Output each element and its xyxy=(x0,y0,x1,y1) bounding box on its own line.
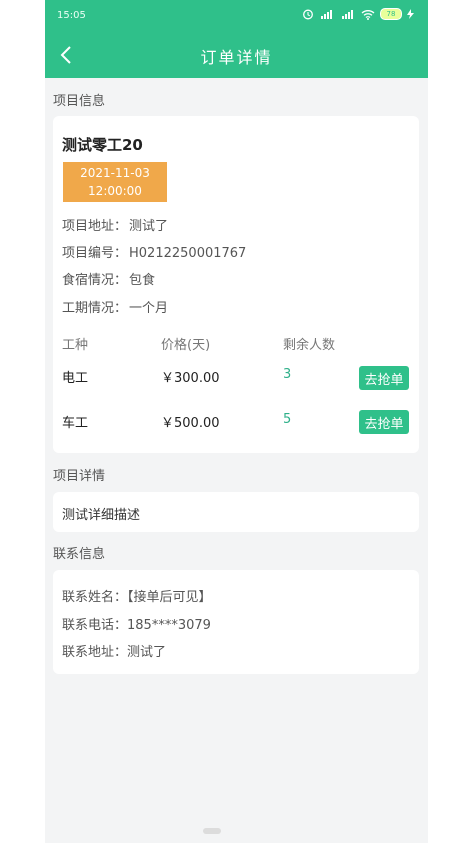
date-badge-time: 12:00:00 xyxy=(88,184,142,198)
info-row-number: 项目编号： H0212250001767 xyxy=(62,242,246,261)
info-row-lodging: 食宿情况： 包食 xyxy=(62,269,155,288)
contact-value: 185****3079 xyxy=(127,618,211,633)
grab-order-button[interactable]: 去抢单 xyxy=(359,410,409,434)
wifi-icon xyxy=(361,9,375,20)
page-title: 订单详情 xyxy=(200,48,273,67)
info-row-duration: 工期情况： 一个月 xyxy=(62,297,168,316)
section-title-project-info: 项目信息 xyxy=(53,94,106,109)
info-label: 工期情况： xyxy=(62,301,128,316)
alarm-icon xyxy=(303,9,313,20)
contact-label: 联系地址： xyxy=(62,645,128,660)
info-label: 项目编号： xyxy=(62,246,128,261)
battery-icon: 78 xyxy=(380,8,402,20)
row-type: 车工 xyxy=(62,416,89,431)
row-type: 电工 xyxy=(62,371,89,386)
app-header: 15:05 78 订单详情 xyxy=(45,0,428,78)
project-card: 测试零工20 2021-11-03 12:00:00 项目地址： 测试了 项目编号… xyxy=(53,116,419,453)
project-name: 测试零工20 xyxy=(62,136,143,154)
table-header-type: 工种 xyxy=(62,338,89,353)
grab-order-button[interactable]: 去抢单 xyxy=(359,366,409,390)
contact-label: 联系电话： xyxy=(62,618,128,633)
row-price: ￥500.00 xyxy=(161,416,220,431)
info-value: 一个月 xyxy=(129,301,169,316)
contact-value: 【接单后可见】 xyxy=(127,590,212,605)
contact-value: 测试了 xyxy=(127,645,167,660)
contact-row-address: 联系地址：测试了 xyxy=(62,641,166,660)
contact-card: 联系姓名：【接单后可见】 联系电话：185****3079 联系地址：测试了 xyxy=(53,570,419,674)
phone-screen: 15:05 78 订单详情 项目信息 测试零工20 2021-11-03 12:… xyxy=(45,0,428,843)
table-header-remaining: 剩余人数 xyxy=(283,338,336,353)
section-title-contact-info: 联系信息 xyxy=(53,547,106,562)
signal-icon xyxy=(321,10,332,19)
date-badge: 2021-11-03 12:00:00 xyxy=(63,162,167,202)
signal-icon-2 xyxy=(342,10,353,19)
row-remaining: 5 xyxy=(283,412,292,427)
contact-row-phone: 联系电话：185****3079 xyxy=(62,614,211,633)
charging-icon xyxy=(407,9,414,19)
project-description: 测试详细描述 xyxy=(62,508,141,523)
row-price: ￥300.00 xyxy=(161,371,220,386)
home-indicator[interactable] xyxy=(203,828,221,834)
status-time: 15:05 xyxy=(57,10,86,21)
detail-card: 测试详细描述 xyxy=(53,492,419,532)
info-value: 包食 xyxy=(129,273,156,288)
table-header-price: 价格(天) xyxy=(161,338,211,353)
info-value: 测试了 xyxy=(129,219,169,234)
info-value: H0212250001767 xyxy=(129,246,247,261)
info-row-address: 项目地址： 测试了 xyxy=(62,215,168,234)
contact-row-name: 联系姓名：【接单后可见】 xyxy=(62,586,212,605)
contact-label: 联系姓名： xyxy=(62,590,128,605)
info-label: 食宿情况： xyxy=(62,273,128,288)
row-remaining: 3 xyxy=(283,367,292,382)
info-label: 项目地址： xyxy=(62,219,128,234)
section-title-project-detail: 项目详情 xyxy=(53,469,106,484)
status-icons: 78 xyxy=(302,8,414,20)
date-badge-date: 2021-11-03 xyxy=(80,166,150,180)
